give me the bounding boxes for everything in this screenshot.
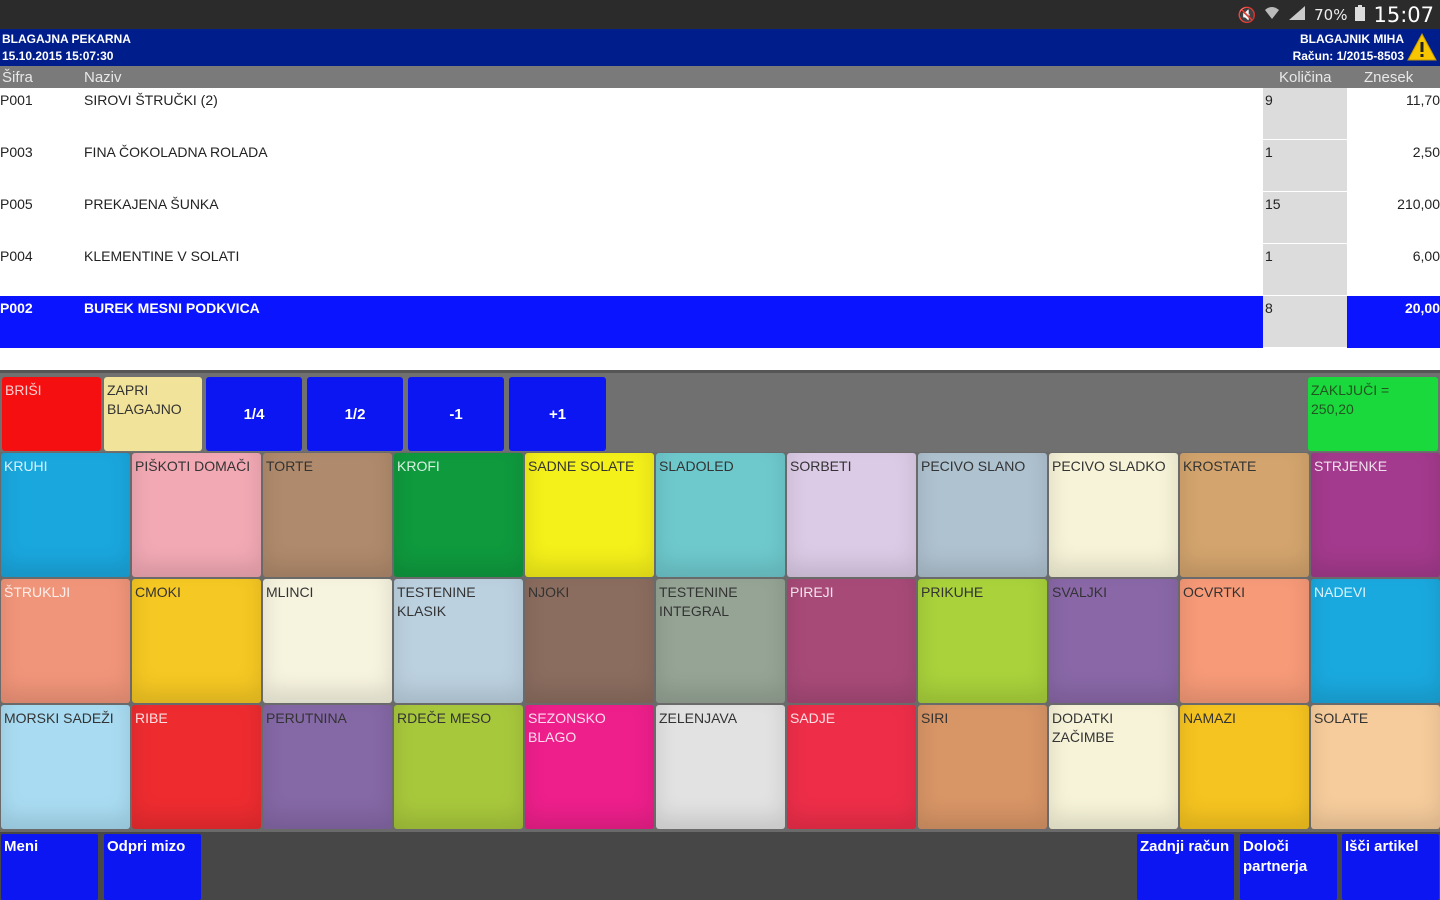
clock: 15:07 <box>1373 2 1434 27</box>
menu-button[interactable]: Meni <box>1 834 98 900</box>
category-tile[interactable]: STRJENKE <box>1311 453 1440 577</box>
receipt-row[interactable]: P005 PREKAJENA ŠUNKA 15 210,00 <box>0 192 1440 244</box>
category-tile[interactable]: NADEVI <box>1311 579 1440 703</box>
receipt-row[interactable]: P004 KLEMENTINE V SOLATI 1 6,00 <box>0 244 1440 296</box>
store-name: BLAGAJNA PEKARNA <box>2 32 131 46</box>
item-qty[interactable]: 9 <box>1263 88 1347 140</box>
category-tile[interactable]: KROSTATE <box>1180 453 1309 577</box>
category-tile[interactable]: PIŠKOTI DOMAČI <box>132 453 261 577</box>
receipt-list: P001 SIROVI ŠTRUČKI (2) 9 11,70 P003 FIN… <box>0 88 1440 370</box>
invoice-number: Račun: 1/2015-8503 <box>1292 49 1404 63</box>
category-tile[interactable]: TORTE <box>263 453 392 577</box>
item-name: SIROVI ŠTRUČKI (2) <box>84 92 218 108</box>
category-tile[interactable]: RIBE <box>132 705 261 829</box>
category-grid: KRUHI PIŠKOTI DOMAČI TORTE KROFI SADNE SOLAT… <box>0 452 1440 832</box>
app-header: BLAGAJNA PEKARNA 15.10.2015 15:07:30 BLA… <box>0 29 1440 66</box>
item-code: P001 <box>0 92 33 108</box>
category-tile[interactable]: TESTENINE INTEGRAL <box>656 579 785 703</box>
category-tile[interactable]: NAMAZI <box>1180 705 1309 829</box>
column-qty: Količina <box>1279 69 1332 86</box>
item-qty[interactable]: 15 <box>1263 192 1347 244</box>
item-amount: 11,70 <box>1406 92 1440 108</box>
warning-icon[interactable] <box>1407 32 1437 62</box>
column-name: Naziv <box>84 69 122 86</box>
item-name: FINA ČOKOLADNA ROLADA <box>84 144 268 160</box>
category-tile[interactable]: PIREJI <box>787 579 916 703</box>
category-tile[interactable]: PECIVO SLADKO <box>1049 453 1178 577</box>
item-name: BUREK MESNI PODKVICA <box>84 300 260 316</box>
receipt-row[interactable]: P001 SIROVI ŠTRUČKI (2) 9 11,70 <box>0 88 1440 140</box>
category-tile[interactable]: PERUTNINA <box>263 705 392 829</box>
close-register-label: ZAPRI BLAGAJNO <box>107 382 182 417</box>
quarter-button[interactable]: 1/4 <box>206 377 302 451</box>
item-name: PREKAJENA ŠUNKA <box>84 196 219 212</box>
battery-level: 70% <box>1314 5 1348 24</box>
item-qty[interactable]: 1 <box>1263 140 1347 192</box>
category-tile[interactable]: RDEČE MESO <box>394 705 523 829</box>
category-tile[interactable]: SIRI <box>918 705 1047 829</box>
item-amount: 210,00 <box>1397 196 1440 212</box>
bottom-bar: Meni Odpri mizo Zadnji račun Določi part… <box>0 832 1440 900</box>
category-tile[interactable]: TESTENINE KLASIK <box>394 579 523 703</box>
column-code: Šifra <box>2 69 33 86</box>
item-amount: 20,00 <box>1404 300 1440 316</box>
mute-icon: 🔇 <box>1237 5 1257 24</box>
signal-icon <box>1288 5 1306 25</box>
item-code: P004 <box>0 248 33 264</box>
set-partner-button[interactable]: Določi partnerja <box>1240 834 1337 900</box>
delete-button[interactable]: BRIŠI <box>2 377 101 451</box>
category-tile[interactable]: MLINCI <box>263 579 392 703</box>
category-tile[interactable]: CMOKI <box>132 579 261 703</box>
receipt-row[interactable]: P003 FINA ČOKOLADNA ROLADA 1 2,50 <box>0 140 1440 192</box>
half-button[interactable]: 1/2 <box>307 377 403 451</box>
category-tile[interactable]: SADJE <box>787 705 916 829</box>
search-item-button[interactable]: Išči artikel <box>1342 834 1439 900</box>
category-tile[interactable]: SOLATE <box>1311 705 1440 829</box>
category-tile[interactable]: NJOKI <box>525 579 654 703</box>
item-qty[interactable]: 1 <box>1263 244 1347 296</box>
item-name: KLEMENTINE V SOLATI <box>84 248 240 264</box>
action-bar: BRIŠI ZAPRI BLAGAJNO 1/4 1/2 -1 +1 ZAKLJ… <box>0 370 1440 452</box>
category-tile[interactable]: SORBETI <box>787 453 916 577</box>
status-bar: 🔇 70% 15:07 <box>0 0 1440 29</box>
minus-one-button[interactable]: -1 <box>408 377 504 451</box>
finish-button[interactable]: ZAKLJUČI = 250,20 <box>1308 377 1438 451</box>
category-tile[interactable]: KROFI <box>394 453 523 577</box>
plus-one-button[interactable]: +1 <box>509 377 606 451</box>
category-tile[interactable]: SEZONSKO BLAGO <box>525 705 654 829</box>
category-tile[interactable]: SVALJKI <box>1049 579 1178 703</box>
category-tile[interactable]: ZELENJAVA <box>656 705 785 829</box>
category-tile[interactable]: ŠTRUKLJI <box>1 579 130 703</box>
wifi-icon <box>1264 6 1280 24</box>
receipt-row-selected[interactable]: P002 BUREK MESNI PODKVICA 8 20,00 <box>0 296 1440 348</box>
item-qty[interactable]: 8 <box>1263 296 1347 348</box>
category-tile[interactable]: MORSKI SADEŽI <box>1 705 130 829</box>
item-code: P005 <box>0 196 33 212</box>
item-code: P003 <box>0 144 33 160</box>
receipt-column-header: Šifra Naziv Količina Znesek <box>0 66 1440 88</box>
category-tile[interactable]: DODATKI ZAČIMBE <box>1049 705 1178 829</box>
category-tile[interactable]: KRUHI <box>1 453 130 577</box>
battery-icon <box>1355 4 1366 25</box>
cashier-name: BLAGAJNIK MIHA <box>1300 32 1404 46</box>
category-tile[interactable]: PECIVO SLANO <box>918 453 1047 577</box>
header-datetime: 15.10.2015 15:07:30 <box>2 49 114 63</box>
item-code: P002 <box>0 300 33 316</box>
item-amount: 2,50 <box>1412 144 1440 160</box>
finish-label: ZAKLJUČI = 250,20 <box>1311 382 1390 417</box>
column-amount: Znesek <box>1364 69 1414 86</box>
last-receipt-button[interactable]: Zadnji račun <box>1137 834 1234 900</box>
open-table-button[interactable]: Odpri mizo <box>104 834 201 900</box>
item-amount: 6,00 <box>1412 248 1440 264</box>
category-tile[interactable]: SLADOLED <box>656 453 785 577</box>
category-tile[interactable]: PRIKUHE <box>918 579 1047 703</box>
category-tile[interactable]: OCVRTKI <box>1180 579 1309 703</box>
category-tile[interactable]: SADNE SOLATE <box>525 453 654 577</box>
close-register-button[interactable]: ZAPRI BLAGAJNO <box>104 377 202 451</box>
delete-label: BRIŠI <box>5 382 42 398</box>
